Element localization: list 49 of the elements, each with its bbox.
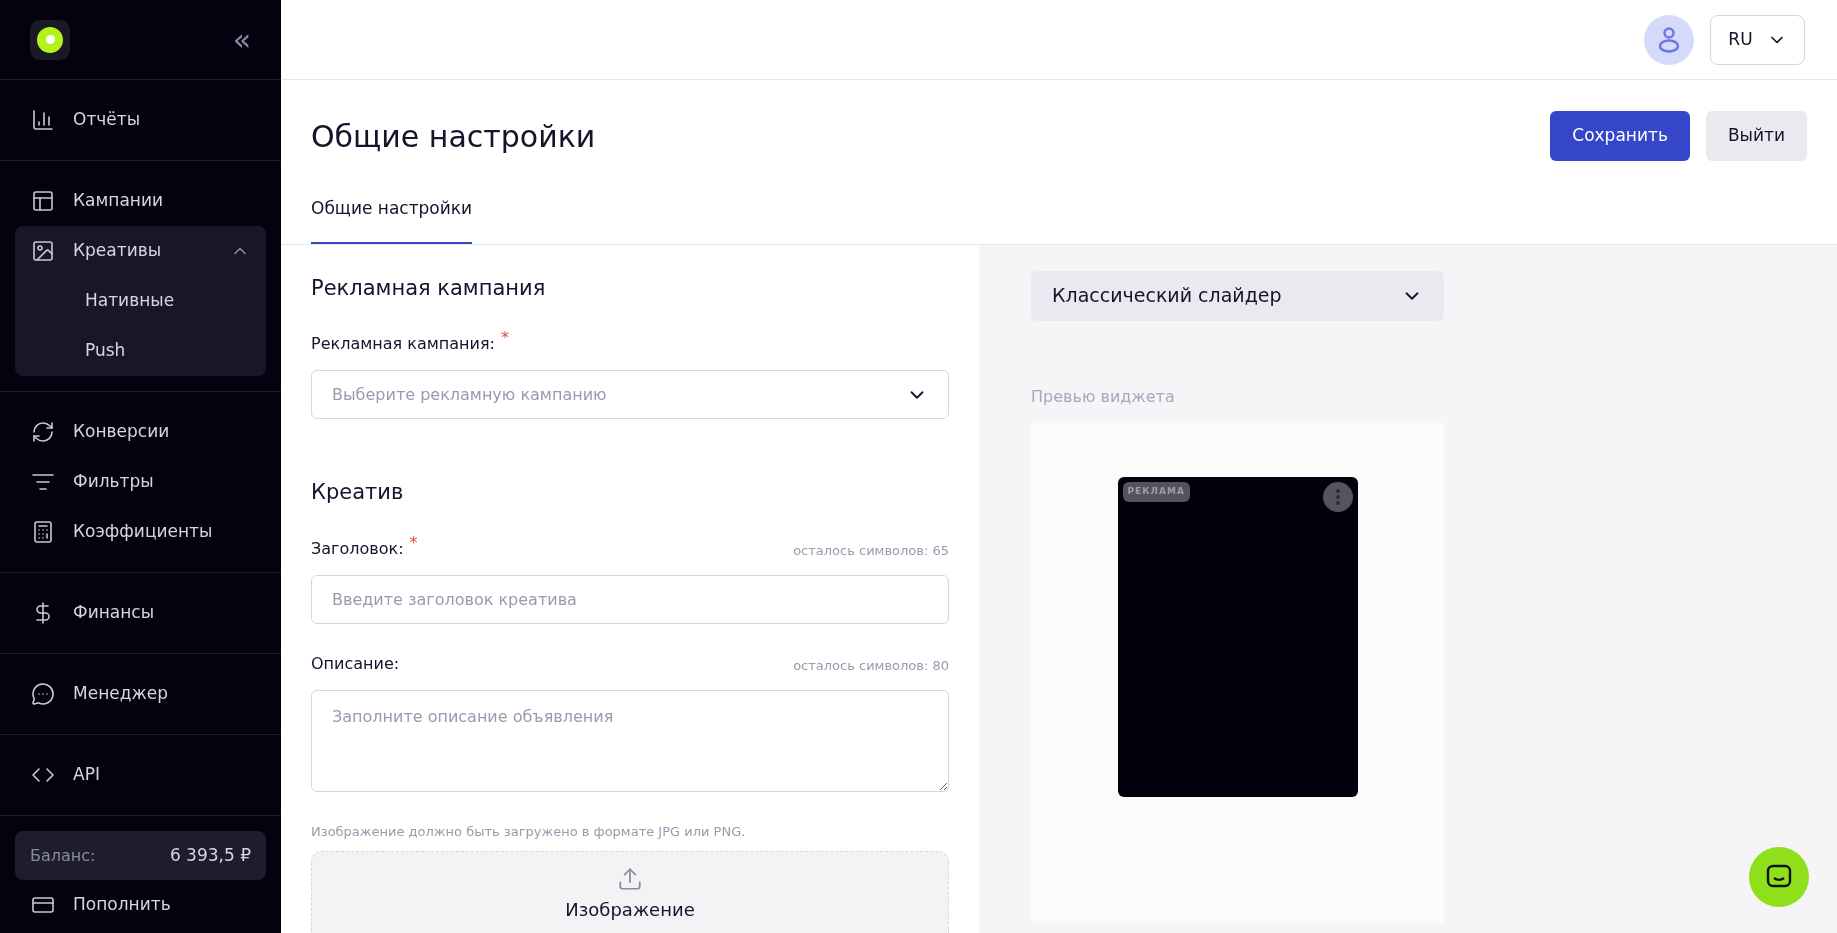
sidebar-item[interactable]: Кампании	[15, 176, 266, 226]
field-label: Рекламная кампания:	[311, 333, 495, 355]
char-counter: осталось символов: 80	[793, 657, 949, 675]
chat-icon	[1766, 864, 1792, 890]
language-select[interactable]: RU	[1710, 14, 1805, 65]
image-format-note: Изображение должно быть загружено в формате JPG или PNG.	[311, 822, 747, 841]
sidebar-item[interactable]: Финансы	[15, 588, 266, 638]
upload-area[interactable]: Изображение	[311, 851, 949, 933]
exit-button[interactable]: Выйти	[1705, 111, 1807, 161]
refresh-icon	[31, 420, 55, 444]
chart-icon	[31, 108, 55, 132]
input-field[interactable]: Введите заголовок креатива	[311, 574, 949, 624]
upload-icon	[617, 866, 643, 892]
textarea-field[interactable]: Заполните описание объявления	[311, 689, 949, 792]
field-label: Описание:	[311, 652, 400, 675]
upload-label: Изображение	[565, 898, 695, 922]
more-icon	[1335, 488, 1340, 505]
sidebar-item[interactable]: Отчёты	[15, 95, 266, 145]
balance-value: 6 393,5 ₽	[169, 843, 251, 867]
balance-label: Баланс:	[30, 844, 96, 867]
chat-icon	[31, 682, 55, 706]
chat-button[interactable]	[1749, 847, 1809, 907]
sidebar-item[interactable]: Коэффициенты	[15, 507, 266, 557]
preview-label: Превью виджета	[1031, 385, 1176, 408]
sidebar-item[interactable]: Фильтры	[15, 457, 266, 507]
sidebar-subitem[interactable]: Push	[15, 326, 266, 376]
sidebar-item[interactable]: Менеджер	[15, 669, 266, 719]
more-button[interactable]	[1322, 481, 1353, 512]
image-icon	[31, 239, 55, 263]
required-mark: *	[500, 327, 509, 349]
avatar-icon[interactable]	[1644, 14, 1694, 65]
section-title: Рекламная кампания	[311, 274, 547, 302]
save-button[interactable]: Сохранить	[1550, 111, 1690, 161]
sidebar-item[interactable]: Конверсии	[15, 407, 266, 457]
collapse-button[interactable]: «	[232, 24, 251, 55]
sidebar-item[interactable]: Креативы	[15, 226, 266, 276]
widget-type-select[interactable]: Классический слайдер	[1031, 270, 1444, 321]
section-title: Креатив	[311, 479, 405, 506]
tab[interactable]: Общие настройки	[311, 192, 473, 244]
topup-link[interactable]: Пополнить	[15, 880, 266, 930]
layout-icon	[31, 189, 55, 213]
sidebar-subitem[interactable]: Нативные	[15, 276, 266, 326]
required-mark: *	[409, 531, 418, 554]
page-title: Общие настройки	[311, 117, 596, 156]
char-counter: осталось символов: 65	[793, 542, 949, 560]
field-label: Заголовок:	[311, 537, 404, 560]
logo-icon[interactable]	[30, 19, 70, 60]
ad-badge: РЕКЛАМА	[1122, 481, 1190, 502]
sidebar-item[interactable]: API	[15, 750, 266, 800]
